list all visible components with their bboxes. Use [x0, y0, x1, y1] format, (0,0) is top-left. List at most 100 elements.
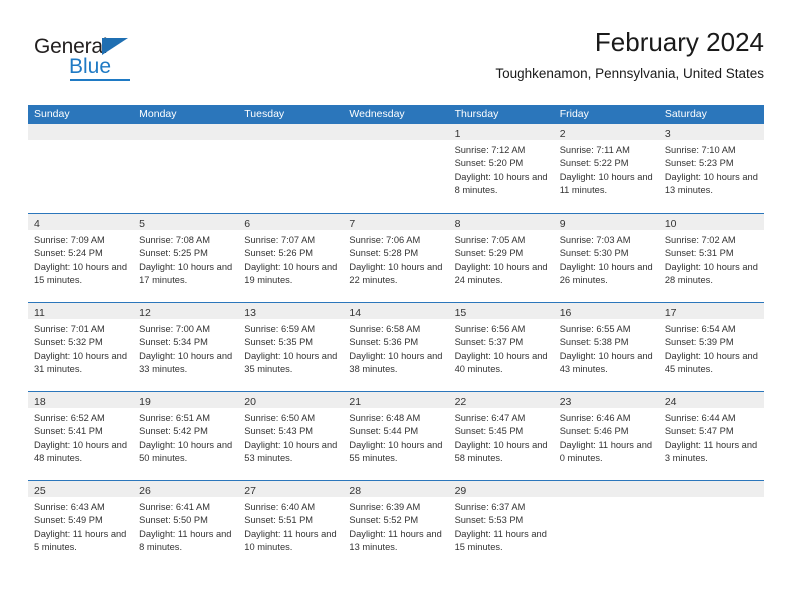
calendar-day-cell[interactable]: 13 Sunrise: 6:59 AM Sunset: 5:35 PM Dayligh…	[238, 303, 344, 391]
day-number: 26	[139, 485, 151, 497]
calendar-week-row: 4 Sunrise: 7:09 AM Sunset: 5:24 PM Daylight…	[28, 213, 764, 302]
sunrise-text: Sunrise: 6:44 AM	[664, 413, 736, 423]
day-number: 8	[454, 218, 461, 230]
sunset-text: Sunset: 5:42 PM	[139, 426, 208, 437]
calendar-day-cell[interactable]: 11 Sunrise: 7:01 AM Sunset: 5:32 PM Dayligh…	[28, 303, 134, 391]
day-number: 22	[454, 396, 467, 408]
weekday-header-sunday: Sunday	[34, 108, 70, 120]
day-sun-info: Sunrise: 6:52 AM Sunset: 5:41 PM Daylight:…	[28, 408, 133, 466]
calendar-day-cell[interactable]: 3 Sunrise: 7:10 AM Sunset: 5:23 PM Daylight…	[658, 124, 764, 213]
weekday-header-row: Sunday Monday Tuesday Wednesday Thursday…	[28, 105, 764, 124]
sunset-text: Sunset: 5:41 PM	[34, 426, 103, 437]
daylight-text: Daylight: 10 hours and 17 minutes.	[139, 261, 233, 286]
daylight-text: Daylight: 10 hours and 45 minutes.	[664, 350, 758, 375]
calendar-day-cell[interactable]: 17 Sunrise: 6:54 AM Sunset: 5:39 PM Dayligh…	[658, 303, 764, 391]
calendar-day-cell[interactable]: 1 Sunrise: 7:12 AM Sunset: 5:20 PM Daylight…	[448, 124, 554, 213]
calendar-day-cell[interactable]: 29 Sunrise: 6:37 AM Sunset: 5:53 PM Dayligh…	[448, 481, 554, 569]
sunrise-text: Sunrise: 7:12 AM	[454, 145, 526, 155]
day-number-band: 8	[448, 214, 554, 230]
day-number: 11	[34, 307, 45, 319]
calendar-day-cell[interactable]: 14 Sunrise: 6:58 AM Sunset: 5:36 PM Dayligh…	[343, 303, 449, 391]
day-number-band: 7	[343, 214, 449, 230]
sunset-text: Sunset: 5:47 PM	[664, 426, 734, 437]
calendar-day-cell-empty	[658, 481, 764, 569]
day-number-band	[658, 481, 764, 497]
calendar-day-cell[interactable]: 22 Sunrise: 6:47 AM Sunset: 5:45 PM Dayligh…	[448, 392, 554, 480]
sunset-text: Sunset: 5:45 PM	[454, 426, 524, 437]
sunrise-text: Sunrise: 7:01 AM	[34, 324, 105, 334]
calendar-day-cell[interactable]: 16 Sunrise: 6:55 AM Sunset: 5:38 PM Dayligh…	[553, 303, 659, 391]
day-sun-info: Sunrise: 6:51 AM Sunset: 5:42 PM Daylight:…	[133, 408, 238, 466]
day-number-band: 20	[238, 392, 344, 408]
sunrise-text: Sunrise: 6:48 AM	[349, 413, 421, 423]
calendar-day-cell[interactable]: 24 Sunrise: 6:44 AM Sunset: 5:47 PM Dayligh…	[658, 392, 764, 480]
day-sun-info: Sunrise: 6:56 AM Sunset: 5:37 PM Daylight:…	[449, 319, 554, 377]
day-sun-info: Sunrise: 7:02 AM Sunset: 5:31 PM Daylight:…	[659, 230, 764, 288]
day-number: 1	[454, 128, 461, 140]
day-sun-info: Sunrise: 6:43 AM Sunset: 5:49 PM Daylight:…	[28, 497, 133, 555]
sunrise-text: Sunrise: 6:54 AM	[664, 324, 736, 334]
sunrise-text: Sunrise: 6:37 AM	[454, 502, 526, 512]
day-sun-info: Sunrise: 6:55 AM Sunset: 5:38 PM Daylight:…	[554, 319, 659, 377]
day-number: 7	[349, 218, 356, 230]
calendar-day-cell[interactable]: 21 Sunrise: 6:48 AM Sunset: 5:44 PM Dayligh…	[343, 392, 449, 480]
calendar-day-cell[interactable]: 25 Sunrise: 6:43 AM Sunset: 5:49 PM Dayligh…	[28, 481, 134, 569]
day-number-band: 13	[238, 303, 344, 319]
calendar-day-cell[interactable]: 28 Sunrise: 6:39 AM Sunset: 5:52 PM Dayligh…	[343, 481, 449, 569]
calendar-week-row: 25 Sunrise: 6:43 AM Sunset: 5:49 PM Dayligh…	[28, 480, 764, 569]
calendar-week-row: 18 Sunrise: 6:52 AM Sunset: 5:41 PM Dayligh…	[28, 391, 764, 480]
page-title: February 2024	[594, 27, 764, 57]
sunset-text: Sunset: 5:34 PM	[139, 337, 208, 348]
day-sun-info: Sunrise: 7:10 AM Sunset: 5:23 PM Daylight:…	[659, 140, 764, 198]
day-number: 21	[349, 396, 362, 408]
day-number-band: 29	[448, 481, 554, 497]
daylight-text: Daylight: 11 hours and 0 minutes.	[559, 439, 653, 464]
sunset-text: Sunset: 5:37 PM	[454, 337, 524, 348]
daylight-text: Daylight: 10 hours and 11 minutes.	[559, 171, 653, 196]
day-sun-info: Sunrise: 6:58 AM Sunset: 5:36 PM Daylight:…	[343, 319, 448, 377]
sunset-text: Sunset: 5:25 PM	[139, 248, 208, 259]
sunset-text: Sunset: 5:31 PM	[664, 248, 734, 259]
calendar-day-cell[interactable]: 2 Sunrise: 7:11 AM Sunset: 5:22 PM Daylight…	[553, 124, 659, 213]
day-sun-info: Sunrise: 6:40 AM Sunset: 5:51 PM Daylight:…	[238, 497, 343, 555]
calendar-day-cell[interactable]: 19 Sunrise: 6:51 AM Sunset: 5:42 PM Dayligh…	[133, 392, 239, 480]
general-blue-logo[interactable]: General Blue	[34, 36, 154, 84]
calendar-day-cell[interactable]: 8 Sunrise: 7:05 AM Sunset: 5:29 PM Daylight…	[448, 214, 554, 302]
daylight-text: Daylight: 10 hours and 31 minutes.	[34, 350, 128, 375]
calendar-day-cell[interactable]: 23 Sunrise: 6:46 AM Sunset: 5:46 PM Dayligh…	[553, 392, 659, 480]
day-number: 10	[664, 218, 677, 230]
day-number: 12	[139, 307, 151, 319]
calendar-day-cell[interactable]: 20 Sunrise: 6:50 AM Sunset: 5:43 PM Dayligh…	[238, 392, 344, 480]
calendar-day-cell[interactable]: 27 Sunrise: 6:40 AM Sunset: 5:51 PM Dayligh…	[238, 481, 344, 569]
day-number-band: 10	[658, 214, 764, 230]
calendar-day-cell[interactable]: 9 Sunrise: 7:03 AM Sunset: 5:30 PM Daylight…	[553, 214, 659, 302]
calendar-day-cell[interactable]: 12 Sunrise: 7:00 AM Sunset: 5:34 PM Dayligh…	[133, 303, 239, 391]
day-number-band: 17	[658, 303, 764, 319]
day-number-band: 23	[553, 392, 659, 408]
daylight-text: Daylight: 10 hours and 53 minutes.	[244, 439, 338, 464]
day-sun-info: Sunrise: 6:59 AM Sunset: 5:35 PM Daylight:…	[238, 319, 343, 377]
sunset-text: Sunset: 5:26 PM	[244, 248, 314, 259]
daylight-text: Daylight: 10 hours and 15 minutes.	[34, 261, 128, 286]
calendar-day-cell[interactable]: 10 Sunrise: 7:02 AM Sunset: 5:31 PM Dayligh…	[658, 214, 764, 302]
calendar-day-cell[interactable]: 4 Sunrise: 7:09 AM Sunset: 5:24 PM Daylight…	[28, 214, 134, 302]
sunrise-text: Sunrise: 6:52 AM	[34, 413, 105, 423]
day-sun-info: Sunrise: 6:46 AM Sunset: 5:46 PM Daylight:…	[554, 408, 659, 466]
calendar-day-cell[interactable]: 5 Sunrise: 7:08 AM Sunset: 5:25 PM Daylight…	[133, 214, 239, 302]
sunrise-text: Sunrise: 7:11 AM	[559, 145, 630, 155]
daylight-text: Daylight: 10 hours and 24 minutes.	[454, 261, 548, 286]
calendar-day-cell[interactable]: 15 Sunrise: 6:56 AM Sunset: 5:37 PM Dayligh…	[448, 303, 554, 391]
daylight-text: Daylight: 11 hours and 10 minutes.	[244, 528, 337, 553]
day-sun-info: Sunrise: 7:11 AM Sunset: 5:22 PM Daylight:…	[554, 140, 659, 198]
day-number-band: 1	[448, 124, 554, 140]
daylight-text: Daylight: 10 hours and 33 minutes.	[139, 350, 233, 375]
day-sun-info: Sunrise: 7:03 AM Sunset: 5:30 PM Daylight:…	[554, 230, 659, 288]
calendar-day-cell[interactable]: 7 Sunrise: 7:06 AM Sunset: 5:28 PM Daylight…	[343, 214, 449, 302]
sunset-text: Sunset: 5:52 PM	[349, 515, 419, 526]
calendar-day-cell[interactable]: 26 Sunrise: 6:41 AM Sunset: 5:50 PM Dayligh…	[133, 481, 239, 569]
calendar-day-cell[interactable]: 6 Sunrise: 7:07 AM Sunset: 5:26 PM Daylight…	[238, 214, 344, 302]
day-number: 15	[454, 307, 467, 319]
calendar-day-cell[interactable]: 18 Sunrise: 6:52 AM Sunset: 5:41 PM Dayligh…	[28, 392, 134, 480]
day-number-band: 26	[133, 481, 239, 497]
day-number: 3	[664, 128, 671, 140]
